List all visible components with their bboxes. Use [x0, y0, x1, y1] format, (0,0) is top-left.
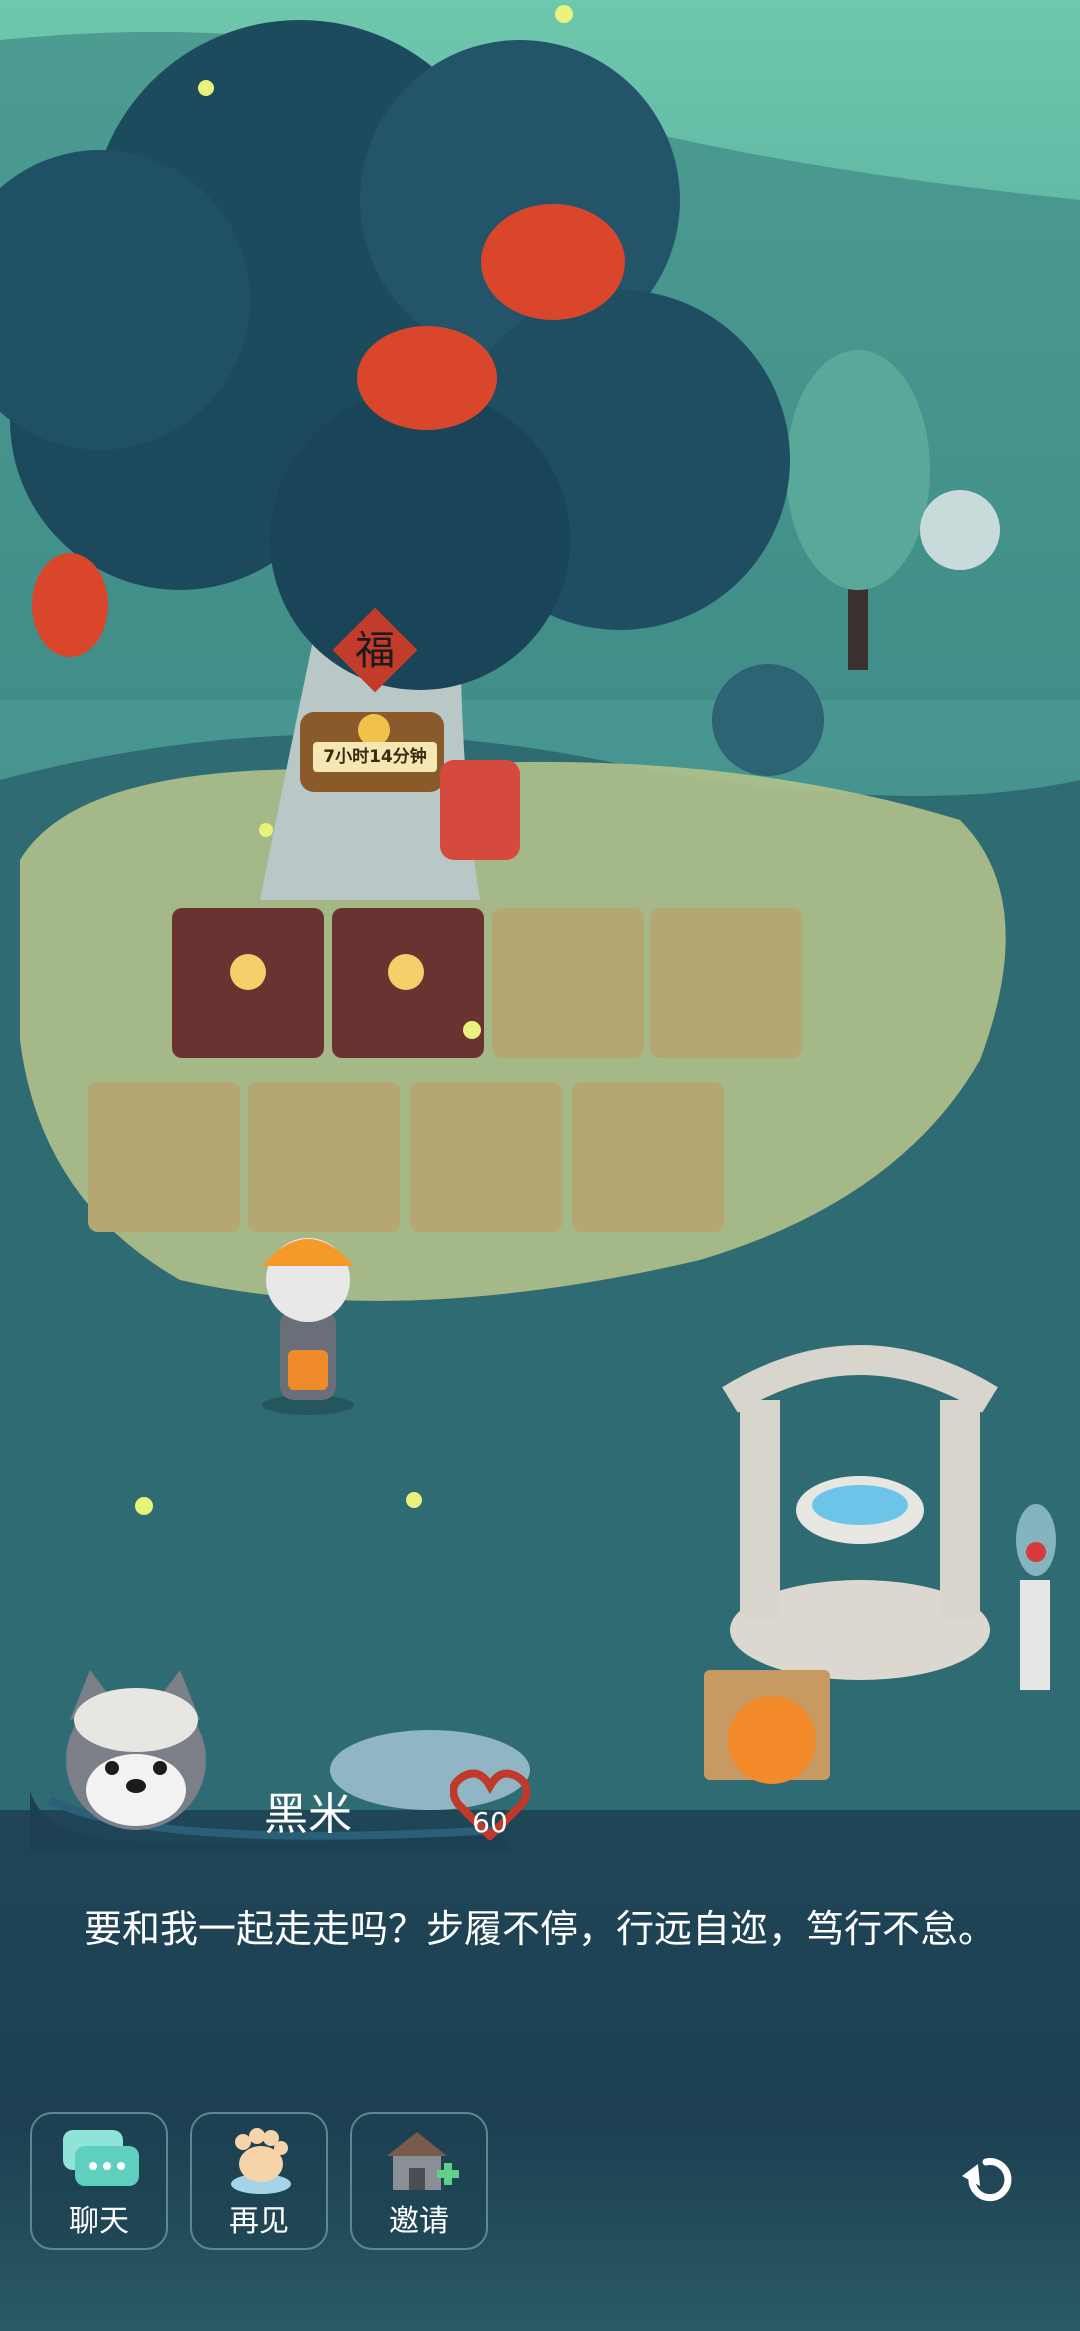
goodbye-button[interactable]: 再见: [190, 2112, 328, 2250]
chat-button[interactable]: 聊天: [30, 2112, 168, 2250]
goodbye-label: 再见: [229, 2204, 289, 2239]
scene-art: 福: [0, 0, 1080, 1810]
dialog-panel: [0, 1810, 1080, 2331]
back-icon[interactable]: [956, 2148, 1016, 2208]
white-flower-bush: [920, 490, 1000, 570]
rose-jar: [1016, 1504, 1056, 1690]
paw-icon: [231, 2128, 291, 2194]
affection-value: 60: [472, 1806, 508, 1839]
dialog-text: 要和我一起走走吗？步履不停，行远自迩，笃行不怠。: [83, 1907, 996, 1951]
round-bush: [712, 664, 824, 776]
invite-label: 邀请: [389, 2204, 449, 2239]
game-scene[interactable]: 福 7小时14分钟: [0, 0, 1080, 1810]
harvest-timer[interactable]: 7小时14分钟: [313, 742, 437, 772]
chat-label: 聊天: [69, 2204, 129, 2239]
chat-icon: [63, 2130, 139, 2186]
fu-sign-char: 福: [355, 628, 395, 674]
invite-house-icon: [387, 2132, 459, 2190]
npc-name: 黑米: [264, 1789, 352, 1840]
fox-character: [704, 1670, 830, 1784]
invite-button[interactable]: 邀请: [350, 2112, 488, 2250]
drum: [440, 760, 520, 860]
